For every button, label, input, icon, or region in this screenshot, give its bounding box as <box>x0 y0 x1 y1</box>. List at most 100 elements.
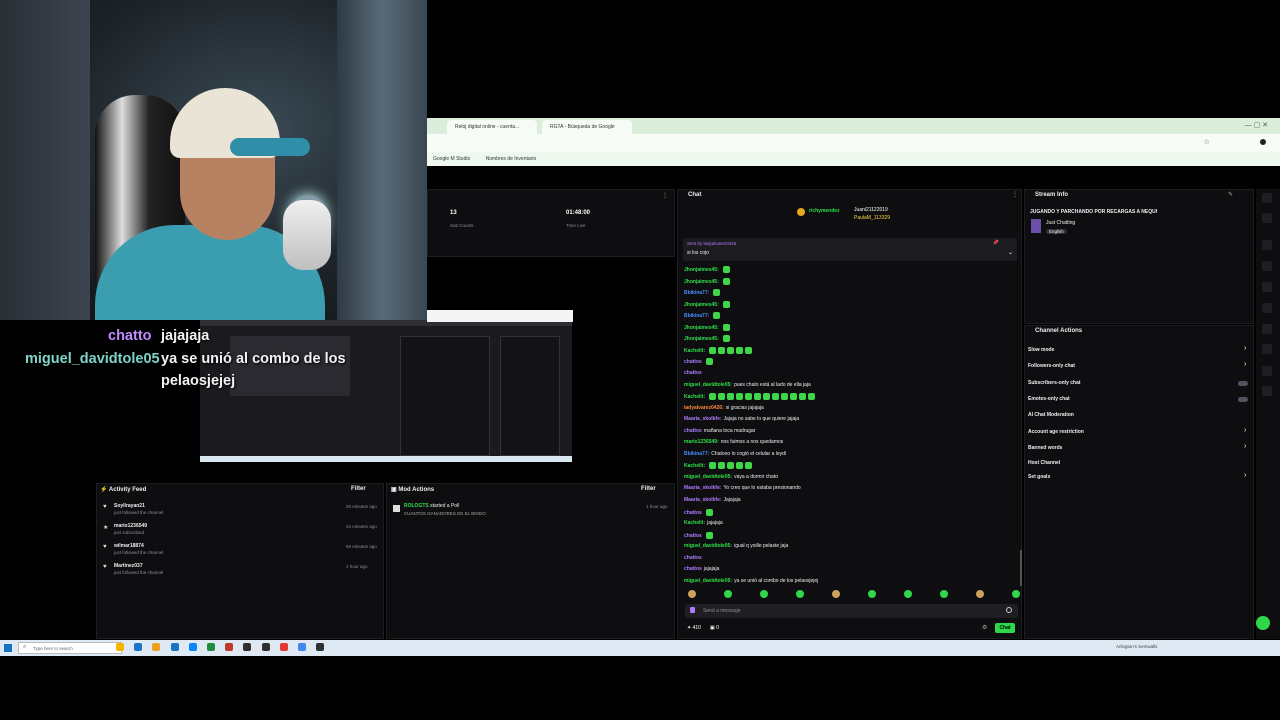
windows-start-icon[interactable] <box>4 644 12 652</box>
taskbar-app-icon[interactable] <box>170 643 179 651</box>
chat-message[interactable]: chattos <box>684 531 713 539</box>
channel-action-item[interactable]: Host Channel <box>1028 460 1060 466</box>
close-icon[interactable] <box>1262 240 1272 250</box>
hype-user[interactable]: Juani21122019 <box>854 207 888 213</box>
chat-message[interactable]: chattos <box>684 508 713 516</box>
chat-message[interactable]: Bbikina77: <box>684 289 721 297</box>
quick-emote-icon[interactable] <box>940 590 948 598</box>
taskbar-app-icon[interactable] <box>207 643 215 651</box>
shield-icon[interactable] <box>1262 282 1272 292</box>
quick-emote-icon[interactable] <box>904 590 912 598</box>
chat-message[interactable]: Kachelit: <box>684 462 753 470</box>
chat-username[interactable]: miguel_davidtole05: <box>684 474 732 480</box>
chat-message[interactable]: chattos jajajaja <box>684 566 719 572</box>
chat-username[interactable]: Jhonjaimes45: <box>684 325 719 331</box>
mod-filter-button[interactable]: Filter <box>641 486 656 492</box>
chat-username[interactable]: Jhonjaimes45: <box>684 267 719 273</box>
taskbar-app-icon[interactable] <box>279 643 288 651</box>
chat-message[interactable]: Jhonjaimes45: <box>684 277 730 285</box>
chat-username[interactable]: Bbikina77: <box>684 313 709 319</box>
chat-username[interactable]: miguel_davidtole05: <box>684 382 732 388</box>
activity-username[interactable]: mario1236549 <box>114 523 147 529</box>
chat-username[interactable]: Maaria_skolkfe: <box>684 416 722 422</box>
chat-username[interactable]: Kachelit: <box>684 520 705 526</box>
pencil-icon[interactable] <box>1262 213 1272 223</box>
gear-icon[interactable] <box>1262 193 1272 203</box>
channel-action-item[interactable]: Followers-only chat <box>1028 363 1075 369</box>
chat-username[interactable]: chattos <box>684 370 702 376</box>
activity-username[interactable]: Martinez037 <box>114 563 143 569</box>
pin-icon[interactable]: 📌 <box>993 240 999 246</box>
channel-action-item[interactable]: Emotes-only chat <box>1028 396 1070 402</box>
channel-action-item[interactable]: Account age restriction <box>1028 429 1084 435</box>
chat-username[interactable]: Maaria_skolkfe: <box>684 485 722 491</box>
quick-emote-icon[interactable] <box>832 590 840 598</box>
taskbar-app-icon[interactable] <box>261 643 270 651</box>
chat-username[interactable]: ladyalvarez0426: <box>684 405 724 411</box>
quick-emote-icon[interactable] <box>760 590 768 598</box>
help-bubble-icon[interactable] <box>1256 616 1270 630</box>
channel-action-item[interactable]: Slow mode <box>1028 347 1054 353</box>
chat-message[interactable]: Jhonjaimes45: <box>684 323 730 331</box>
wrench-icon[interactable] <box>1262 366 1272 376</box>
chat-username[interactable]: miguel_davidtole05: <box>684 543 732 549</box>
settings-gear-icon[interactable]: ⚙ <box>982 624 987 631</box>
pinned-message[interactable]: Sent by ladyalvarez0426 si los cojo 📌 ⌄ <box>683 238 1017 261</box>
chat-send-button[interactable]: Chat <box>995 623 1015 633</box>
taskbar-app-icon[interactable] <box>225 643 234 651</box>
chat-username[interactable]: chattos <box>684 359 702 365</box>
toggle-switch[interactable] <box>1238 397 1248 402</box>
taskbar-app-icon[interactable] <box>188 643 197 651</box>
stream-category[interactable]: Just Chatting <box>1046 220 1075 226</box>
chat-icon[interactable] <box>1262 303 1272 313</box>
chat-message[interactable]: miguel_davidtole05: pues chato está al la… <box>684 382 811 388</box>
chat-message[interactable]: Maaria_skolkfe: Jajajaja <box>684 497 741 503</box>
activity-filter-button[interactable]: Filter <box>351 486 366 492</box>
gear-icon[interactable] <box>1262 386 1272 396</box>
chat-kebab-icon[interactable]: ⋮ <box>1012 191 1018 198</box>
chat-message[interactable]: chattos <box>684 358 713 366</box>
activity-username[interactable]: Soyllrayan21 <box>114 503 145 509</box>
chat-username[interactable]: Kachelit: <box>684 348 705 354</box>
activity-username[interactable]: wilmar18874 <box>114 543 144 549</box>
taskbar-app-icon[interactable] <box>298 643 306 651</box>
kebab-menu-icon[interactable]: ⋮ <box>662 192 668 199</box>
mod-action-item[interactable]: ROLOGTS started a Poll <box>404 503 459 509</box>
calendar-icon[interactable] <box>1262 344 1272 354</box>
chat-message[interactable]: Bbikina77: Chatooo lo cogió el celular a … <box>684 451 786 457</box>
chat-input[interactable]: Send a message <box>685 604 1018 618</box>
taskbar-app-icon[interactable] <box>134 643 143 651</box>
channel-action-item[interactable]: AI Chat Moderation <box>1028 412 1074 418</box>
chat-username[interactable]: Bbikina77: <box>684 451 709 457</box>
quick-emote-icon[interactable] <box>868 590 876 598</box>
chevron-down-icon[interactable]: ⌄ <box>1008 249 1013 256</box>
bookmark-item[interactable]: Google M Studio <box>433 156 470 162</box>
chat-username[interactable]: chattos <box>684 509 702 515</box>
chat-username[interactable]: Jhonjaimes45: <box>684 278 719 284</box>
lightning-icon[interactable] <box>1262 261 1272 271</box>
taskbar-app-icon[interactable] <box>116 643 124 651</box>
quick-emote-icon[interactable] <box>1012 590 1020 598</box>
taskbar-search[interactable]: ⌕ Type here to search <box>18 642 122 654</box>
channel-action-item[interactable]: Banned words <box>1028 445 1062 451</box>
taskbar-app-icon[interactable] <box>316 643 325 651</box>
chat-message[interactable]: Maaria_skolkfe: Yo creo que lo estaba pre… <box>684 485 801 491</box>
chat-message[interactable]: Bbikina77: <box>684 312 721 320</box>
chat-username[interactable]: mario1236549: <box>684 439 719 445</box>
channel-action-item[interactable]: Set goals <box>1028 474 1050 480</box>
chat-username[interactable]: chattos <box>684 532 702 538</box>
chat-message[interactable]: Kachelit: jajajaja <box>684 520 723 526</box>
chat-username[interactable]: Maaria_skolkfe: <box>684 497 722 503</box>
chevron-right-icon[interactable]: › <box>1244 345 1246 352</box>
bits-icon[interactable] <box>690 607 695 613</box>
bookmark-star-icon[interactable]: ☆ <box>1204 138 1210 146</box>
quick-emote-icon[interactable] <box>976 590 984 598</box>
chat-username[interactable]: Kachelit: <box>684 463 705 469</box>
chat-username[interactable]: chattos <box>684 566 702 572</box>
chat-message[interactable]: miguel_davidtole05: vaya a dormir chato <box>684 474 778 480</box>
chat-scrollbar[interactable] <box>1020 550 1022 586</box>
quick-emote-icon[interactable] <box>688 590 696 598</box>
chat-message[interactable]: mario1236549: nos fuimos a nos quedamos <box>684 439 783 445</box>
toggle-switch[interactable] <box>1238 381 1248 386</box>
chat-username[interactable]: Kachelit: <box>684 394 705 400</box>
